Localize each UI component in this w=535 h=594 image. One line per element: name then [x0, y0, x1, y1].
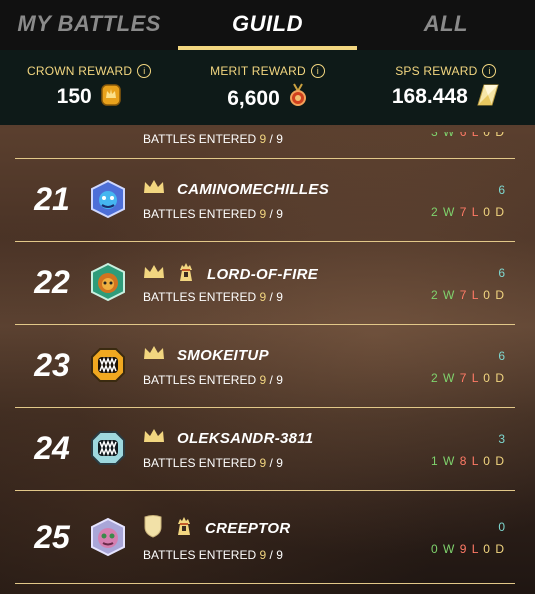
sps-reward: SPS REWARD i 168.448: [357, 50, 535, 125]
player-name-line: CREEPTOR: [143, 514, 290, 543]
table-row[interactable]: 25 CREEPTOR BATTLES ENTERED 9 / 9 0 0 W …: [15, 491, 515, 584]
sps-crystal-icon: [476, 83, 500, 113]
battles-entered: BATTLES ENTERED 9 / 9: [143, 290, 283, 304]
rank-number: 21: [34, 181, 70, 217]
battles-entered: BATTLES ENTERED 9 / 9: [143, 207, 283, 221]
score-value: 0: [498, 520, 505, 534]
tower-icon: [175, 516, 193, 541]
merit-reward: MERIT REWARD i 6,600: [178, 50, 356, 125]
win-loss-record: 1 W 8 L 0 D: [430, 454, 505, 468]
info-icon[interactable]: i: [137, 64, 152, 78]
player-name[interactable]: CREEPTOR: [205, 520, 290, 537]
player-name[interactable]: LORD-OF-FIRE: [207, 266, 318, 283]
rank-number: 22: [34, 264, 70, 300]
battles-entered: BATTLES ENTERED 9 / 9: [143, 373, 283, 387]
rank-number: 24: [34, 430, 70, 466]
merit-reward-label: MERIT REWARD: [210, 64, 306, 78]
sps-reward-label: SPS REWARD: [395, 64, 478, 78]
info-icon[interactable]: i: [482, 64, 497, 78]
crown-token-icon: [100, 83, 122, 113]
crown-icon: [143, 428, 165, 449]
win-loss-record: 2 W 7 L 0 D: [430, 288, 505, 302]
battles-entered: BATTLES ENTERED 9 / 9: [143, 132, 283, 146]
crown-reward-value: 150: [56, 85, 92, 108]
score-value: 6: [498, 183, 505, 197]
win-loss-record: 2 W 7 L 0 D: [430, 205, 505, 219]
rank-number: 23: [34, 347, 70, 383]
rank-number: 25: [34, 519, 70, 555]
shield-icon: [143, 514, 163, 543]
crown-icon: [143, 345, 165, 366]
player-name-line: LORD-OF-FIRE: [143, 262, 318, 287]
merit-reward-value: 6,600: [227, 87, 280, 110]
blue-monster-avatar: [88, 179, 128, 219]
win-loss-record: 2 W 7 L 0 D: [430, 371, 505, 385]
gold-fang-avatar: [88, 345, 128, 385]
leaderboard-list[interactable]: BATTLES ENTERED 9 / 9 3 W 6 L 0 D 21 CAM…: [15, 125, 515, 594]
player-name-line: SMOKEITUP: [143, 345, 269, 366]
win-loss-record: 0 W 9 L 0 D: [430, 542, 505, 556]
score-value: 6: [498, 266, 505, 280]
fire-lion-avatar: [88, 262, 128, 302]
tab-my-battles[interactable]: MY BATTLES: [0, 0, 178, 50]
silver-fang-avatar: [88, 428, 128, 468]
player-name-line: CAMINOMECHILLES: [143, 179, 329, 200]
table-row: BATTLES ENTERED 9 / 9 3 W 6 L 0 D: [15, 125, 515, 159]
merit-medal-icon: [288, 83, 308, 115]
tower-icon: [177, 262, 195, 287]
score-value: 3: [498, 432, 505, 446]
table-row[interactable]: 24 OLEKSANDR-3811 BATTLES ENTERED 9 / 9 …: [15, 408, 515, 491]
table-row[interactable]: 22 LORD-OF-FIRE BATTLES ENTERED 9 / 9 6 …: [15, 242, 515, 325]
tab-bar: MY BATTLES GUILD ALL: [0, 0, 535, 50]
score-value: 6: [498, 349, 505, 363]
battles-entered: BATTLES ENTERED 9 / 9: [143, 456, 283, 470]
crown-icon: [143, 179, 165, 200]
pink-creature-avatar: [88, 517, 128, 557]
win-loss-record: 3 W 6 L 0 D: [430, 125, 505, 139]
table-row[interactable]: 23 SMOKEITUP BATTLES ENTERED 9 / 9 6 2 W…: [15, 325, 515, 408]
tab-all[interactable]: ALL: [357, 0, 535, 50]
player-name[interactable]: CAMINOMECHILLES: [177, 181, 329, 198]
sps-reward-value: 168.448: [391, 85, 468, 108]
crown-reward-label: CROWN REWARD: [27, 64, 133, 78]
crown-reward: CROWN REWARD i 150: [0, 50, 178, 125]
battles-entered: BATTLES ENTERED 9 / 9: [143, 548, 283, 562]
player-name[interactable]: OLEKSANDR-3811: [177, 430, 313, 447]
crown-icon: [143, 264, 165, 285]
tab-guild[interactable]: GUILD: [178, 0, 357, 50]
player-name[interactable]: SMOKEITUP: [177, 347, 269, 364]
rewards-bar: CROWN REWARD i 150 MERIT REWARD i 6,600 SP…: [0, 50, 535, 125]
info-icon[interactable]: i: [310, 64, 325, 78]
player-name-line: OLEKSANDR-3811: [143, 428, 313, 449]
table-row[interactable]: 21 CAMINOMECHILLES BATTLES ENTERED 9 / 9…: [15, 159, 515, 242]
